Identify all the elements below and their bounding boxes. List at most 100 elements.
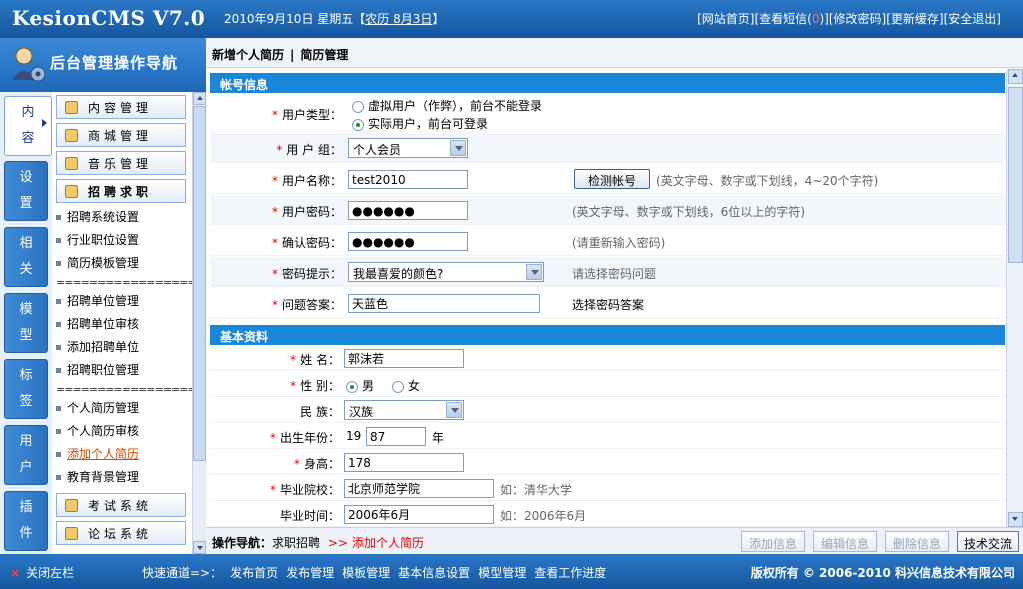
label-text: 身高：	[303, 457, 340, 471]
row-school: *毕业院校： 如：清华大学	[210, 476, 1005, 501]
breadcrumb-parent[interactable]: 简历管理	[300, 48, 348, 62]
menu-item-resume-review[interactable]: 个人简历审核	[56, 422, 139, 439]
chevron-down-icon[interactable]	[526, 264, 542, 280]
menu-exam-system[interactable]: 考试系统	[56, 493, 186, 517]
gender-male-option[interactable]: 男	[346, 377, 374, 394]
radio-button[interactable]	[392, 380, 404, 393]
password-input[interactable]	[348, 201, 468, 220]
logout-link[interactable]: [安全退出]	[944, 12, 1001, 26]
row-password-question: * 密码提示： 我最喜爱的颜色? 请选择密码问题	[210, 257, 1005, 287]
quick-link-model-manage[interactable]: 模型管理	[478, 566, 526, 580]
menu-item-add-resume[interactable]: 添加个人简历	[56, 445, 139, 462]
label-text: 用户名称：	[281, 174, 342, 188]
menu-item-education-manage[interactable]: 教育背景管理	[56, 468, 139, 485]
scroll-down-arrow-icon[interactable]	[193, 541, 206, 554]
menu-item-job-manage[interactable]: 招聘职位管理	[56, 361, 139, 378]
vertical-tabs: 内容 设置 相关 模型 标签 用户 插件	[0, 92, 52, 554]
height-label: * 身高：	[210, 455, 340, 472]
change-password-link[interactable]: [修改密码]	[829, 12, 886, 26]
school-input[interactable]	[344, 479, 494, 498]
scroll-up-arrow-icon[interactable]	[193, 92, 206, 105]
refresh-cache-link[interactable]: [更新缓存]	[886, 12, 943, 26]
confirm-password-input[interactable]	[348, 232, 468, 251]
tab-related[interactable]: 相关	[4, 227, 48, 287]
password-question-select[interactable]: 我最喜爱的颜色?	[348, 262, 544, 282]
tab-content[interactable]: 内容	[4, 96, 52, 156]
user-type-option-virtual[interactable]: 虚拟用户（作弊），前台不能登录	[352, 97, 542, 114]
hand-icon	[65, 128, 78, 142]
date-text: 2010年9月10日 星期五【	[224, 12, 366, 26]
birth-year-input[interactable]	[366, 427, 426, 446]
tab-tags[interactable]: 标签	[4, 359, 48, 419]
edit-info-button[interactable]: 编辑信息	[813, 531, 877, 552]
menu-item-resume-templates[interactable]: 简历模板管理	[56, 254, 139, 271]
quick-link-publish-home[interactable]: 发布首页	[230, 566, 278, 580]
radio-button[interactable]	[352, 100, 364, 113]
admin-user-icon	[12, 47, 46, 82]
row-password: *用户密码： (英文字母、数字或下划线，6位以上的字符)	[210, 195, 1005, 225]
chevron-down-icon[interactable]	[450, 140, 466, 156]
add-info-button[interactable]: 添加信息	[741, 531, 805, 552]
name-input[interactable]	[344, 349, 464, 368]
chevron-down-icon[interactable]	[446, 402, 462, 418]
quick-link-basic-settings[interactable]: 基本信息设置	[398, 566, 470, 580]
user-type-option-real[interactable]: 实际用户，前台可登录	[352, 115, 488, 132]
tab-users[interactable]: 用户	[4, 425, 48, 485]
radio-button-selected[interactable]	[346, 380, 358, 393]
menu-recruitment[interactable]: 招聘求职	[56, 179, 186, 203]
menu-music-management[interactable]: 音乐管理	[56, 151, 186, 175]
username-label: * 用户名称：	[210, 172, 342, 189]
answer-label: * 问题答案：	[210, 296, 342, 313]
menu-item-industry-settings[interactable]: 行业职位设置	[56, 231, 139, 248]
app-logo: KesionCMS V7.0	[12, 6, 206, 30]
menu-shop-management[interactable]: 商城管理	[56, 123, 186, 147]
sidebar-scrollbar[interactable]	[192, 92, 206, 554]
required-mark: *	[271, 298, 278, 312]
radio-button-selected[interactable]	[352, 118, 364, 131]
required-mark: *	[276, 143, 283, 157]
tab-settings[interactable]: 设置	[4, 161, 48, 221]
tab-label: 内容	[21, 105, 35, 146]
quick-link-publish-manage[interactable]: 发布管理	[286, 566, 334, 580]
graduation-time-input[interactable]	[344, 505, 494, 524]
quick-link-work-progress[interactable]: 查看工作进度	[534, 566, 606, 580]
menu-content-management[interactable]: 内容管理	[56, 95, 186, 119]
nav-parent-link[interactable]: 求职招聘	[272, 536, 320, 550]
scroll-thumb[interactable]	[1008, 87, 1023, 263]
tech-support-button[interactable]: 技术交流	[957, 531, 1019, 552]
tab-label: 模型	[19, 302, 33, 343]
tab-model[interactable]: 模型	[4, 293, 48, 353]
menu-label: 招聘求职	[88, 184, 153, 199]
quick-link-template-manage[interactable]: 模板管理	[342, 566, 390, 580]
tab-plugins[interactable]: 插件	[4, 491, 48, 551]
menu-separator: ===================	[56, 276, 213, 289]
delete-info-button[interactable]: 删除信息	[885, 531, 949, 552]
label-text: 确认密码：	[281, 236, 342, 250]
messages-link-close[interactable]: )]	[820, 12, 829, 26]
scroll-thumb[interactable]	[193, 106, 206, 461]
menu-item-recruit-settings[interactable]: 招聘系统设置	[56, 208, 139, 225]
scroll-up-arrow-icon[interactable]	[1008, 69, 1023, 84]
height-input[interactable]	[344, 453, 464, 472]
menu-forum-system[interactable]: 论坛系统	[56, 521, 186, 545]
select-value: 汉族	[349, 405, 374, 419]
user-group-select[interactable]: 个人会员	[348, 138, 468, 158]
required-mark: *	[271, 108, 278, 122]
username-input[interactable]	[348, 170, 468, 189]
menu-item-resume-manage[interactable]: 个人简历管理	[56, 399, 139, 416]
menu-item-company-manage[interactable]: 招聘单位管理	[56, 292, 139, 309]
main-scrollbar[interactable]	[1006, 69, 1023, 527]
menu-item-company-review[interactable]: 招聘单位审核	[56, 315, 139, 332]
scroll-down-arrow-icon[interactable]	[1008, 512, 1023, 527]
site-home-link[interactable]: [网站首页]	[697, 12, 754, 26]
close-left-panel-button[interactable]: × 关闭左栏	[10, 564, 74, 581]
check-account-button[interactable]: 检测帐号	[574, 169, 650, 189]
menu-item-add-company[interactable]: 添加招聘单位	[56, 338, 139, 355]
messages-link[interactable]: [查看短信(	[754, 12, 811, 26]
label-text: 毕业院校：	[279, 483, 340, 497]
gender-female-option[interactable]: 女	[392, 377, 420, 394]
nation-select[interactable]: 汉族	[344, 400, 464, 420]
answer-input[interactable]	[348, 294, 540, 313]
option-label: 虚拟用户（作弊），前台不能登录	[368, 99, 543, 113]
lunar-date-link[interactable]: 农历 8月3日	[365, 12, 432, 26]
